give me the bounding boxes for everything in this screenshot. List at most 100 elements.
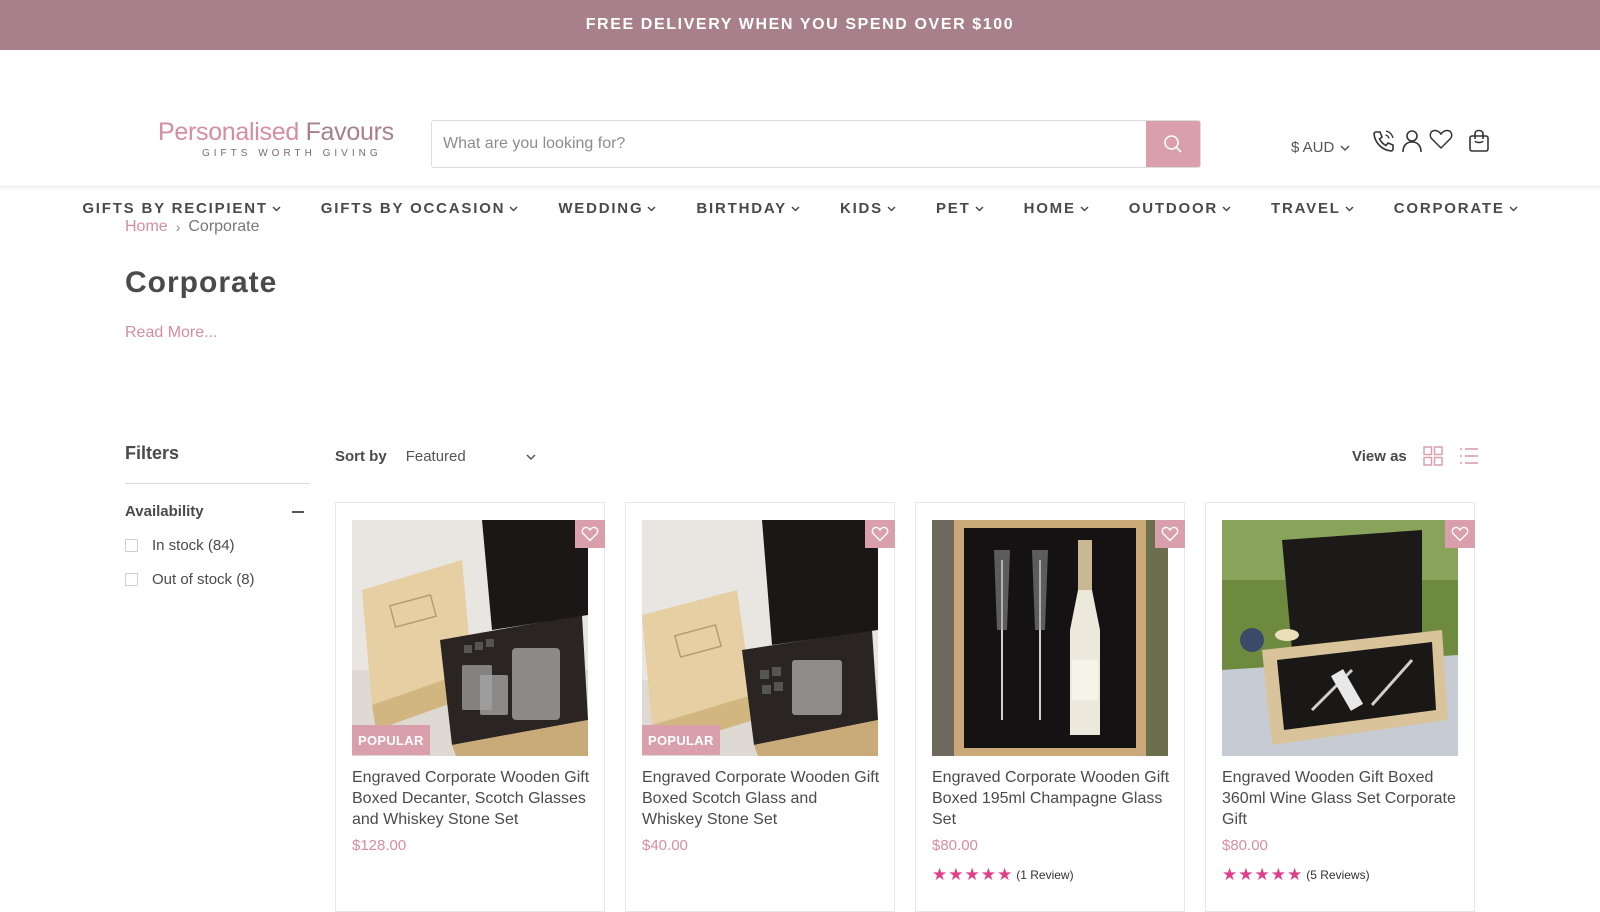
- wishlist-heart-button[interactable]: [1445, 520, 1475, 548]
- filter-option-label: In stock (84): [152, 537, 235, 554]
- product-card[interactable]: Engraved Wooden Gift Boxed 360ml Wine Gl…: [1205, 502, 1475, 912]
- collapse-icon: [292, 510, 304, 513]
- product-image-decanter-set[interactable]: [352, 520, 588, 756]
- filters-sidebar: Filters Availability In stock (84) Out o…: [125, 443, 310, 588]
- chevron-down-icon: [1509, 205, 1518, 212]
- product-image-scotch-glass-set[interactable]: [642, 520, 878, 756]
- nav-label: TRAVEL: [1271, 199, 1341, 217]
- product-price: $128.00: [352, 837, 407, 854]
- search-input[interactable]: [432, 121, 1146, 167]
- nav-kids[interactable]: KIDS: [840, 196, 896, 220]
- star-icon: ★: [997, 865, 1013, 884]
- sort-label: Sort by: [335, 448, 387, 465]
- search-button[interactable]: [1146, 121, 1200, 167]
- chevron-down-icon: [526, 453, 536, 460]
- product-name[interactable]: Engraved Corporate Wooden Gift Boxed Dec…: [352, 767, 592, 830]
- breadcrumb-separator: ›: [175, 219, 181, 235]
- nav-birthday[interactable]: BIRTHDAY: [696, 196, 800, 220]
- announcement-text: FREE DELIVERY WHEN YOU SPEND OVER $100: [585, 16, 1015, 33]
- star-icon: ★: [1270, 865, 1286, 884]
- nav-label: OUTDOOR: [1128, 199, 1219, 217]
- search-bar: [431, 120, 1201, 168]
- logo-text-secondary: Favours: [298, 118, 395, 146]
- wishlist-heart-button[interactable]: [1155, 520, 1185, 548]
- chevron-down-icon: [1340, 144, 1350, 151]
- availability-label: Availability: [125, 503, 204, 520]
- read-more-link[interactable]: Read More...: [125, 324, 217, 342]
- product-rating[interactable]: ★ ★ ★ ★ ★ (1 Review): [932, 865, 1074, 884]
- main-navigation: GIFTS BY RECIPIENT GIFTS BY OCCASION WED…: [0, 196, 1600, 220]
- heart-icon: [871, 526, 889, 542]
- nav-label: CORPORATE: [1393, 199, 1505, 217]
- nav-gifts-by-recipient[interactable]: GIFTS BY RECIPIENT: [82, 196, 281, 220]
- account-icon[interactable]: [1399, 128, 1425, 154]
- nav-pet[interactable]: PET: [936, 196, 984, 220]
- breadcrumb-current: Corporate: [188, 218, 260, 235]
- star-icon: ★: [948, 865, 964, 884]
- star-icon: ★: [1238, 865, 1254, 884]
- heart-icon: [1161, 526, 1179, 542]
- sort-bar: Sort by Featured: [335, 448, 536, 465]
- availability-toggle[interactable]: Availability: [125, 503, 310, 520]
- product-name[interactable]: Engraved Wooden Gift Boxed 360ml Wine Gl…: [1222, 767, 1462, 830]
- product-card[interactable]: Engraved Corporate Wooden Gift Boxed 195…: [915, 502, 1185, 912]
- star-icon: ★: [964, 865, 980, 884]
- filter-option-in-stock[interactable]: In stock (84): [125, 537, 310, 554]
- product-name[interactable]: Engraved Corporate Wooden Gift Boxed Sco…: [642, 767, 882, 830]
- list-view-icon[interactable]: [1459, 447, 1479, 465]
- nav-travel[interactable]: TRAVEL: [1271, 196, 1354, 220]
- nav-outdoor[interactable]: OUTDOOR: [1129, 196, 1231, 220]
- announcement-bar: FREE DELIVERY WHEN YOU SPEND OVER $100: [0, 0, 1600, 50]
- star-icon: ★: [932, 865, 948, 884]
- nav-label: BIRTHDAY: [696, 199, 787, 217]
- wishlist-icon[interactable]: [1428, 126, 1454, 152]
- review-count: (5 Reviews): [1306, 868, 1370, 882]
- heart-icon: [581, 526, 599, 542]
- nav-gifts-by-occasion[interactable]: GIFTS BY OCCASION: [321, 196, 519, 220]
- product-image-champagne-set[interactable]: [932, 520, 1168, 756]
- star-icon: ★: [1254, 865, 1270, 884]
- wishlist-heart-button[interactable]: [865, 520, 895, 548]
- sort-select[interactable]: Featured: [406, 448, 536, 465]
- sort-value: Featured: [405, 448, 466, 465]
- site-logo[interactable]: Personalised Favours GIFTS WORTH GIVING: [158, 118, 408, 160]
- product-price: $80.00: [1222, 837, 1268, 854]
- chevron-down-icon: [272, 205, 281, 212]
- currency-value: $ AUD: [1291, 139, 1335, 156]
- nav-label: KIDS: [839, 199, 883, 217]
- site-header: Personalised Favours GIFTS WORTH GIVING …: [0, 50, 1600, 217]
- chevron-down-icon: [1222, 205, 1231, 212]
- currency-selector[interactable]: $ AUD: [1291, 139, 1350, 156]
- chevron-down-icon: [1080, 205, 1089, 212]
- product-card[interactable]: POPULAR Engraved Corporate Wooden Gift B…: [625, 502, 895, 912]
- popular-badge: POPULAR: [642, 725, 720, 755]
- wishlist-heart-button[interactable]: [575, 520, 605, 548]
- chevron-down-icon: [791, 205, 800, 212]
- nav-wedding[interactable]: WEDDING: [558, 196, 656, 220]
- product-price: $40.00: [642, 837, 688, 854]
- product-name[interactable]: Engraved Corporate Wooden Gift Boxed 195…: [932, 767, 1172, 830]
- product-image-wine-glass-set[interactable]: [1222, 520, 1458, 756]
- breadcrumb: Home › Corporate: [125, 218, 260, 236]
- filter-option-out-of-stock[interactable]: Out of stock (8): [125, 571, 310, 588]
- nav-corporate[interactable]: CORPORATE: [1394, 196, 1518, 220]
- star-icon: ★: [1222, 865, 1238, 884]
- nav-label: WEDDING: [558, 199, 644, 217]
- logo-tagline: GIFTS WORTH GIVING: [202, 148, 382, 159]
- cart-icon[interactable]: [1466, 128, 1492, 154]
- chevron-down-icon: [647, 205, 656, 212]
- product-price: $80.00: [932, 837, 978, 854]
- breadcrumb-home-link[interactable]: Home: [125, 218, 168, 236]
- nav-label: PET: [936, 199, 971, 217]
- popular-badge: POPULAR: [352, 725, 430, 755]
- grid-view-icon[interactable]: [1423, 446, 1443, 466]
- phone-icon[interactable]: [1370, 128, 1396, 154]
- checkbox[interactable]: [125, 539, 138, 552]
- chevron-down-icon: [509, 205, 518, 212]
- product-card[interactable]: POPULAR Engraved Corporate Wooden Gift B…: [335, 502, 605, 912]
- checkbox[interactable]: [125, 573, 138, 586]
- star-icon: ★: [980, 865, 996, 884]
- nav-home[interactable]: HOME: [1024, 196, 1089, 220]
- nav-label: GIFTS BY RECIPIENT: [82, 199, 268, 217]
- product-rating[interactable]: ★ ★ ★ ★ ★ (5 Reviews): [1222, 865, 1370, 884]
